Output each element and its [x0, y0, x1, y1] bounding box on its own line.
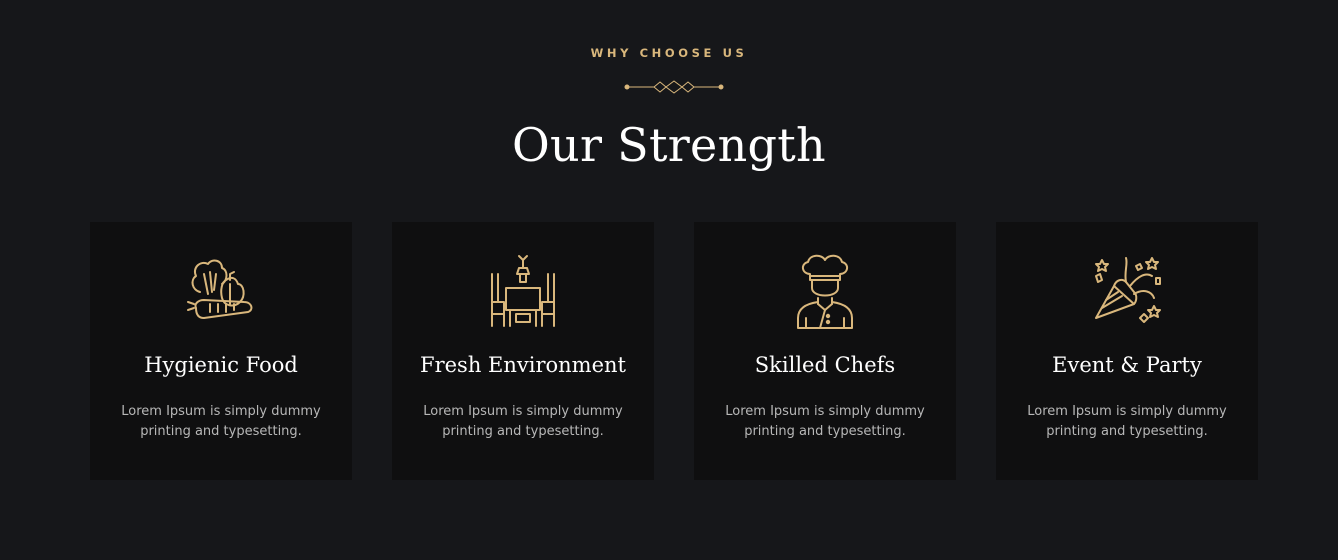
card-title: Event & Party: [1052, 353, 1202, 377]
vegetables-icon: [186, 252, 256, 330]
card-description: Lorem Ipsum is simply dummy printing and…: [423, 404, 623, 439]
strength-cards: Hygienic Food Lorem Ipsum is simply dumm…: [90, 222, 1258, 480]
card-title: Hygienic Food: [144, 353, 298, 377]
card-title: Fresh Environment: [420, 353, 626, 377]
card-title: Skilled Chefs: [754, 353, 896, 377]
strength-card-hygienic-food: Hygienic Food Lorem Ipsum is simply dumm…: [90, 222, 352, 480]
card-description: Lorem Ipsum is simply dummy printing and…: [121, 404, 321, 439]
party-popper-icon: [1092, 252, 1162, 330]
ornament-divider-icon: [624, 80, 724, 94]
strength-card-event-party: Event & Party Lorem Ipsum is simply dumm…: [996, 222, 1258, 480]
dining-table-icon: [488, 252, 558, 330]
strength-card-skilled-chefs: Skilled Chefs Lorem Ipsum is simply dumm…: [694, 222, 956, 480]
strength-card-fresh-environment: Fresh Environment Lorem Ipsum is simply …: [392, 222, 654, 480]
section-title: Our Strength: [512, 118, 826, 172]
section-eyebrow: WHY CHOOSE US: [590, 46, 748, 60]
card-description: Lorem Ipsum is simply dummy printing and…: [725, 404, 925, 439]
card-description: Lorem Ipsum is simply dummy printing and…: [1027, 404, 1227, 439]
chef-icon: [790, 252, 860, 330]
